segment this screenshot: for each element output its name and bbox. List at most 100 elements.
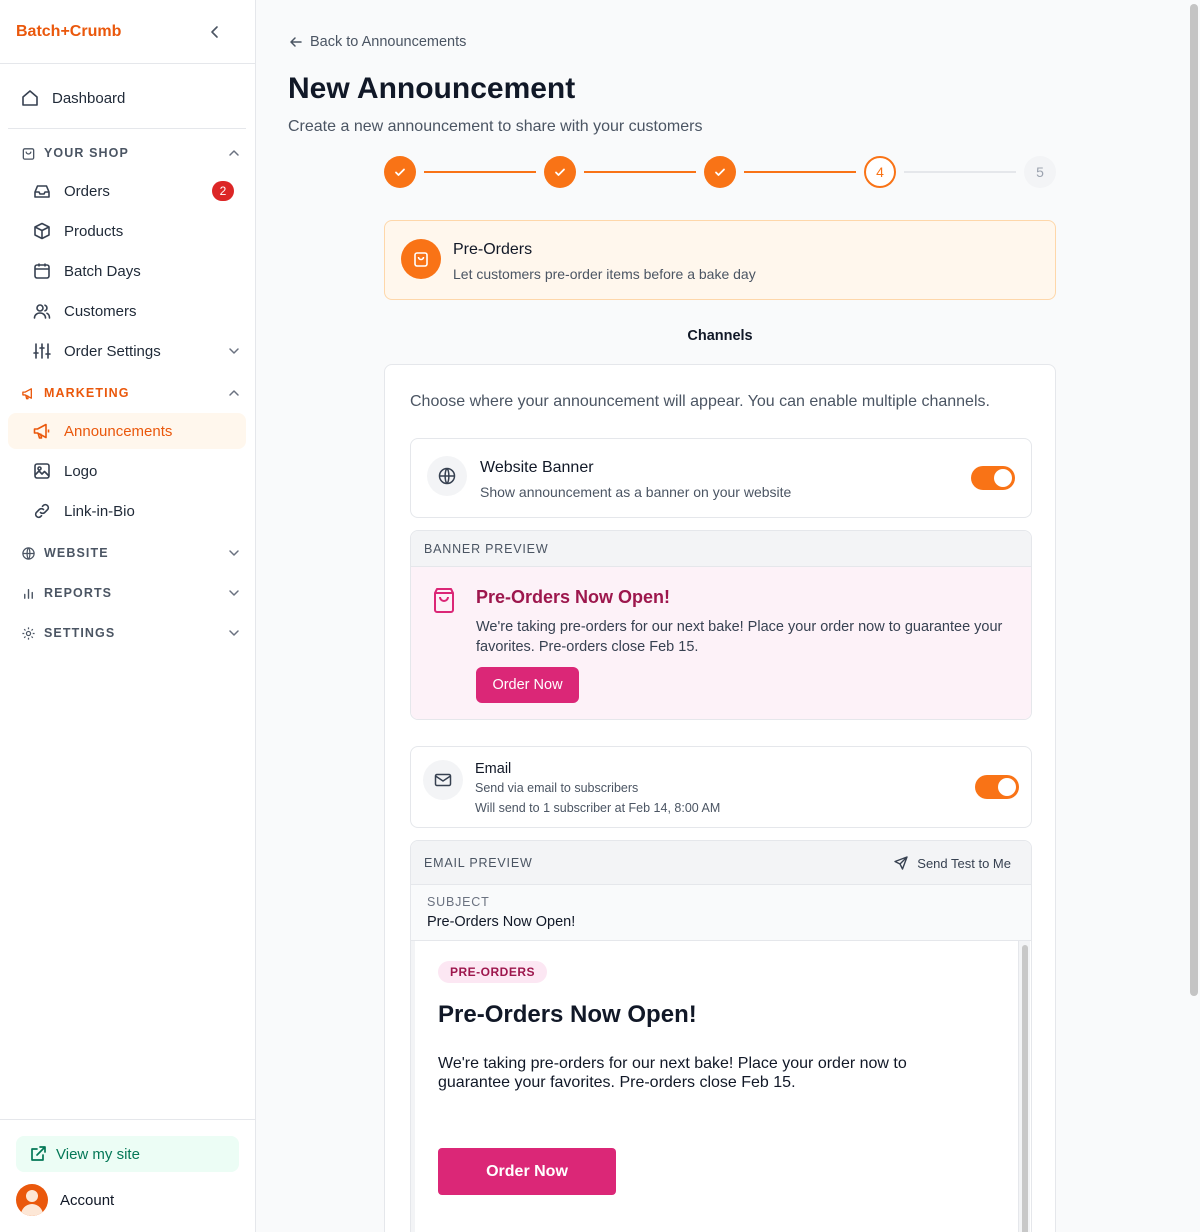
page-scrollbar[interactable] (1188, 0, 1200, 1232)
check-icon (555, 168, 565, 176)
sliders-icon (32, 341, 52, 361)
banner-text: We're taking pre-orders for our next bak… (476, 619, 1003, 655)
chevron-down-icon[interactable] (226, 545, 242, 561)
step-connector (744, 171, 856, 173)
chevron-down-icon[interactable] (226, 625, 242, 641)
section-reports[interactable]: REPORTS (20, 583, 242, 603)
view-site-button[interactable]: View my site (16, 1136, 239, 1172)
account-menu[interactable]: Account (16, 1184, 114, 1216)
main-content: Back to Announcements New Announcement C… (256, 0, 1188, 1232)
email-tag: PRE-ORDERS (438, 961, 548, 983)
calendar-icon (32, 261, 52, 281)
shopping-bag-icon (401, 239, 441, 279)
channel-website-banner: Website Banner Show announcement as a ba… (410, 438, 1032, 518)
announcement-type-card: Pre-Orders Let customers pre-order items… (384, 220, 1056, 300)
email-frame-edge (411, 941, 415, 1232)
banner-preview-body: Pre-Orders Now Open! We're taking pre-or… (411, 567, 1031, 719)
section-settings[interactable]: SETTINGS (20, 623, 242, 643)
banner-preview-heading: BANNER PREVIEW (424, 541, 549, 556)
email-preview-heading: EMAIL PREVIEW (424, 855, 533, 870)
section-label: YOUR SHOP (44, 146, 129, 160)
announcement-type-description: Let customers pre-order items before a b… (453, 266, 756, 282)
megaphone-icon (32, 421, 52, 441)
sidebar-item-announcements[interactable]: Announcements (8, 413, 246, 449)
email-preview-header: EMAIL PREVIEW Send Test to Me (411, 841, 1031, 885)
arrow-left-icon (288, 34, 304, 50)
section-your-shop[interactable]: YOUR SHOP (20, 143, 242, 163)
chevron-down-icon[interactable] (226, 585, 242, 601)
step-4[interactable]: 4 (864, 156, 896, 188)
email-body: PRE-ORDERS Pre-Orders Now Open! We're ta… (411, 941, 1031, 1232)
step-1[interactable] (384, 156, 416, 188)
channels-card: Choose where your announcement will appe… (384, 364, 1056, 1232)
banner-order-now-button[interactable]: Order Now (476, 667, 579, 703)
sidebar-item-order-settings[interactable]: Order Settings (8, 333, 246, 369)
sidebar-item-label: Batch Days (64, 262, 141, 280)
shop-bag-icon (20, 145, 36, 161)
image-icon (32, 461, 52, 481)
section-website[interactable]: WEBSITE (20, 543, 242, 563)
brand-row: Batch+Crumb (0, 0, 255, 64)
sidebar-item-orders[interactable]: Orders 2 (8, 173, 246, 209)
back-link-label: Back to Announcements (310, 34, 467, 50)
check-icon (395, 168, 405, 176)
email-order-now-button[interactable]: Order Now (438, 1148, 616, 1195)
sidebar: Batch+Crumb Dashboard YOUR SHOP Orders 2… (0, 0, 256, 1232)
account-label: Account (60, 1191, 115, 1209)
box-icon (32, 221, 52, 241)
email-preview: EMAIL PREVIEW Send Test to Me SUBJECT Pr… (410, 840, 1032, 1232)
sidebar-item-dashboard[interactable]: Dashboard (8, 80, 246, 116)
sidebar-item-label: Order Settings (64, 342, 161, 360)
send-icon (893, 855, 909, 871)
external-link-icon (28, 1144, 48, 1164)
email-toggle[interactable] (975, 775, 1019, 799)
inbox-icon (32, 181, 52, 201)
email-text: We're taking pre-orders for our next bak… (438, 1055, 907, 1091)
chevron-up-icon[interactable] (226, 385, 242, 401)
chevron-down-icon[interactable] (226, 343, 242, 359)
send-test-button[interactable]: Send Test to Me (893, 855, 1011, 871)
users-icon (32, 301, 52, 321)
website-banner-toggle[interactable] (971, 466, 1015, 490)
sidebar-item-link-in-bio[interactable]: Link-in-Bio (8, 493, 246, 529)
orders-count-badge: 2 (212, 181, 234, 201)
toggle-knob (994, 469, 1012, 487)
sidebar-item-batch-days[interactable]: Batch Days (8, 253, 246, 289)
section-label: WEBSITE (44, 546, 109, 560)
channel-email: Email Send via email to subscribers Will… (410, 746, 1032, 828)
channel-description: Show announcement as a banner on your we… (480, 484, 792, 500)
view-site-label: View my site (56, 1145, 140, 1163)
channel-description: Send via email to subscribers (475, 781, 639, 795)
chevron-up-icon[interactable] (226, 145, 242, 161)
sidebar-item-customers[interactable]: Customers (8, 293, 246, 329)
back-link[interactable]: Back to Announcements (288, 32, 466, 52)
page-title: New Announcement (288, 72, 576, 105)
avatar (16, 1184, 48, 1216)
section-label: REPORTS (44, 586, 113, 600)
mail-icon (423, 760, 463, 800)
step-2[interactable] (544, 156, 576, 188)
step-5[interactable]: 5 (1024, 156, 1056, 188)
scrollbar-thumb[interactable] (1022, 945, 1028, 1232)
step-connector (424, 171, 536, 173)
email-title: Pre-Orders Now Open! (438, 1001, 697, 1028)
gear-icon (20, 625, 36, 641)
megaphone-icon (20, 385, 36, 401)
channel-title: Website Banner (480, 459, 594, 476)
banner-preview-header: BANNER PREVIEW (411, 531, 1031, 567)
email-subject: SUBJECT Pre-Orders Now Open! (411, 885, 1031, 941)
sidebar-item-products[interactable]: Products (8, 213, 246, 249)
subject-value: Pre-Orders Now Open! (427, 914, 576, 930)
sidebar-item-label: Dashboard (52, 89, 126, 107)
globe-icon (20, 545, 36, 561)
section-marketing[interactable]: MARKETING (20, 383, 242, 403)
brand-logo[interactable]: Batch+Crumb (16, 23, 121, 41)
sidebar-item-label: Logo (64, 462, 98, 480)
step-3[interactable] (704, 156, 736, 188)
scrollbar-thumb[interactable] (1190, 4, 1198, 996)
email-preview-scrollbar[interactable] (1018, 941, 1030, 1232)
sidebar-item-logo[interactable]: Logo (8, 453, 246, 489)
collapse-sidebar-icon[interactable] (203, 20, 227, 44)
globe-icon (427, 456, 467, 496)
step-connector (904, 171, 1016, 173)
